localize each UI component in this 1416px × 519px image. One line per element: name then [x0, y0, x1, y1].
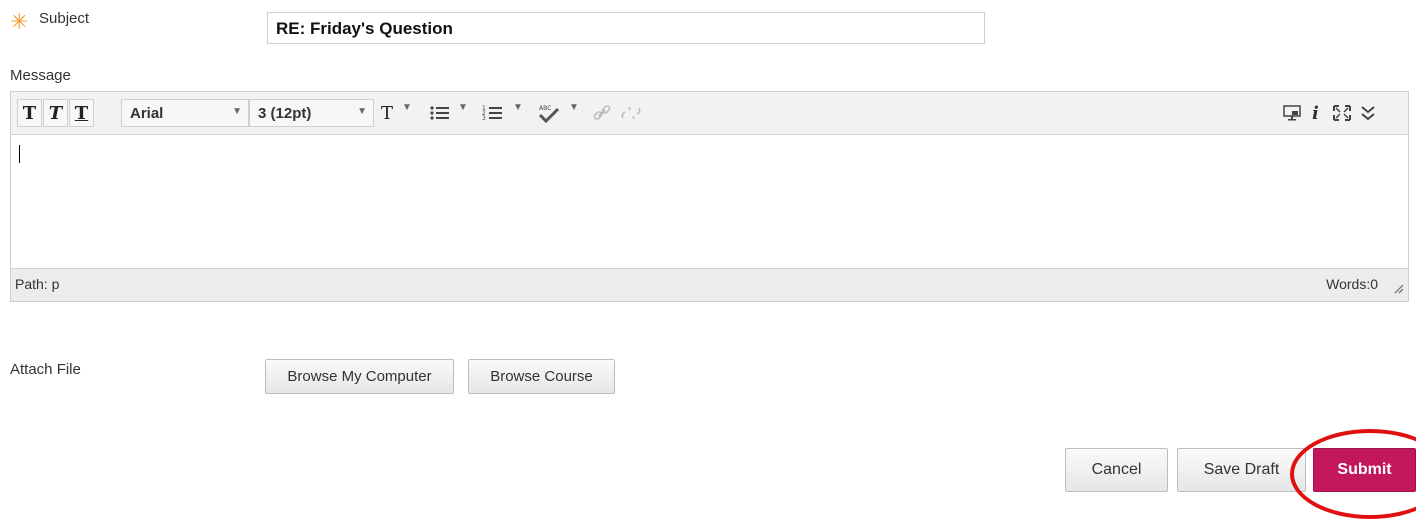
chevron-down-icon[interactable]: ▼: [402, 102, 412, 113]
font-family-value: Arial: [130, 105, 164, 122]
browse-my-computer-button[interactable]: Browse My Computer: [265, 359, 454, 394]
cancel-button[interactable]: Cancel: [1065, 448, 1168, 492]
text-cursor: [19, 145, 20, 163]
editor-status-bar: Path: p Words:0: [11, 268, 1408, 301]
subject-input[interactable]: RE: Friday's Question: [267, 12, 985, 44]
path-label: Path: p: [15, 276, 60, 292]
browse-course-button[interactable]: Browse Course: [468, 359, 615, 394]
chevron-down-icon[interactable]: ▼: [513, 102, 523, 113]
attach-file-label: Attach File: [10, 361, 81, 378]
message-textarea[interactable]: [11, 135, 1408, 269]
svg-text:3: 3: [482, 115, 486, 122]
font-family-select[interactable]: Arial ▼: [121, 99, 249, 127]
subject-label: Subject: [39, 10, 90, 27]
message-editor: T T T Arial ▼ 3 (12pt) ▼ T ▼ ▼ 123 ▼ ABC…: [10, 91, 1409, 302]
save-draft-button[interactable]: Save Draft: [1177, 448, 1306, 492]
numbered-list-icon[interactable]: 123: [482, 99, 504, 127]
font-size-select[interactable]: 3 (12pt) ▼: [249, 99, 374, 127]
message-label: Message: [10, 67, 71, 84]
underline-button[interactable]: T: [69, 99, 94, 127]
required-asterisk-icon: ✳: [10, 9, 29, 34]
chevron-down-icon: ▼: [232, 106, 242, 117]
resize-handle-icon[interactable]: [1392, 281, 1404, 297]
chevron-down-icon[interactable]: ▼: [458, 102, 468, 113]
text-color-button[interactable]: T: [374, 99, 400, 127]
bullet-list-icon[interactable]: [429, 99, 451, 127]
italic-button[interactable]: T: [43, 99, 68, 127]
spellcheck-icon[interactable]: ABC: [536, 99, 562, 127]
expand-toolbar-icon[interactable]: [1358, 99, 1378, 127]
word-count: Words:0: [1326, 276, 1378, 292]
font-size-value: 3 (12pt): [258, 105, 312, 122]
info-icon[interactable]: i: [1312, 99, 1319, 127]
unlink-icon[interactable]: [620, 99, 642, 127]
editor-toolbar: T T T Arial ▼ 3 (12pt) ▼ T ▼ ▼ 123 ▼ ABC…: [11, 92, 1408, 135]
bold-button[interactable]: T: [17, 99, 42, 127]
link-icon[interactable]: [593, 99, 613, 127]
chevron-down-icon[interactable]: ▼: [569, 102, 579, 113]
preview-icon[interactable]: [1282, 99, 1302, 127]
fullscreen-icon[interactable]: [1332, 99, 1352, 127]
chevron-down-icon: ▼: [357, 106, 367, 117]
svg-text:ABC: ABC: [539, 105, 551, 112]
